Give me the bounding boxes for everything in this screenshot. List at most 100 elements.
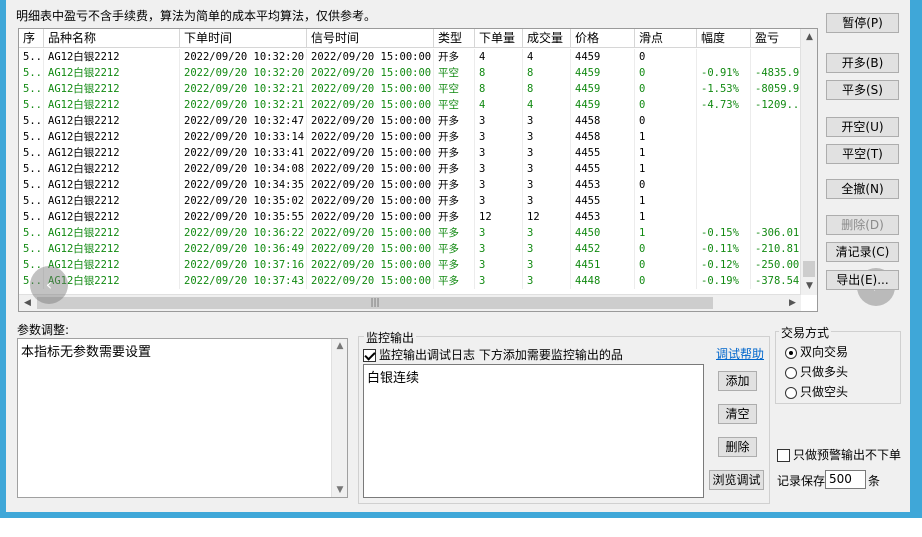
table-row[interactable]: 5.. AG12白银2212 2022/09/20 10:34:35 2022/09/…	[19, 177, 801, 193]
table-cell: 开多	[434, 129, 475, 145]
table-row[interactable]: 5.. AG12白银2212 2022/09/20 10:33:14 2022/09/…	[19, 129, 801, 145]
table-row[interactable]: 5.. AG12白银2212 2022/09/20 10:36:22 2022/09/…	[19, 225, 801, 241]
params-scrollbar[interactable]: ▲ ▼	[331, 339, 347, 497]
table-cell: 开多	[434, 161, 475, 177]
export-button[interactable]: 导出(E)...	[826, 270, 899, 290]
table-cell: 2022/09/20 10:33:14	[180, 129, 307, 145]
params-scroll-up-icon[interactable]: ▲	[332, 341, 348, 351]
scroll-left-icon[interactable]: ◀	[19, 295, 36, 312]
table-row[interactable]: 5.. AG12白银2212 2022/09/20 10:32:20 2022/09/…	[19, 49, 801, 65]
radio-short-only[interactable]	[785, 386, 797, 399]
table-cell: 4453	[571, 209, 635, 225]
browse-debug-button[interactable]: 浏览调试	[709, 470, 764, 490]
params-scroll-down-icon[interactable]: ▼	[332, 485, 348, 495]
table-vertical-scrollbar[interactable]: ▲ ▼	[800, 29, 817, 295]
table-cell: 5..	[19, 209, 44, 225]
col-header-price[interactable]: 价格	[571, 29, 635, 48]
remove-button[interactable]: 删除	[718, 437, 757, 457]
table-cell: -8059.96	[751, 81, 801, 97]
table-cell: 开多	[434, 113, 475, 129]
clear-records-button[interactable]: 清记录(C)	[826, 242, 899, 262]
cancel-all-button[interactable]: 全撤(N)	[826, 179, 899, 199]
table-cell: 5..	[19, 65, 44, 81]
col-header-signal-time[interactable]: 信号时间	[307, 29, 434, 48]
open-short-button[interactable]: 开空(U)	[826, 117, 899, 137]
table-cell: 2022/09/20 15:00:00	[307, 145, 434, 161]
col-header-seq[interactable]: 序	[19, 29, 44, 48]
table-row[interactable]: 5.. AG12白银2212 2022/09/20 10:35:55 2022/09/…	[19, 209, 801, 225]
table-cell: 8	[475, 65, 523, 81]
table-row[interactable]: 5.. AG12白银2212 2022/09/20 10:32:21 2022/09/…	[19, 97, 801, 113]
add-button[interactable]: 添加	[718, 371, 757, 391]
record-keep-input[interactable]: 500	[825, 470, 866, 489]
table-cell: -0.91%	[697, 65, 751, 81]
table-row[interactable]: 5.. AG12白银2212 2022/09/20 10:35:02 2022/09/…	[19, 193, 801, 209]
prev-page-icon[interactable]: ‹	[30, 266, 68, 304]
monitor-checkbox-row[interactable]: 监控输出调试日志 下方添加需要监控输出的品	[363, 346, 623, 363]
table-cell: 2022/09/20 15:00:00	[307, 193, 434, 209]
scroll-down-icon[interactable]: ▼	[801, 278, 818, 295]
col-header-change[interactable]: 幅度	[697, 29, 751, 48]
close-long-button[interactable]: 平多(S)	[826, 80, 899, 100]
col-header-pnl[interactable]: 盈亏	[751, 29, 801, 48]
scroll-up-icon[interactable]: ▲	[801, 29, 818, 46]
radio-both[interactable]	[785, 346, 797, 359]
scroll-right-icon[interactable]: ▶	[784, 295, 801, 312]
table-cell: 2022/09/20 10:37:43	[180, 273, 307, 289]
params-textarea[interactable]: 本指标无参数需要设置 ▲ ▼	[17, 338, 348, 498]
table-cell: 5..	[19, 81, 44, 97]
table-row[interactable]: 5.. AG12白银2212 2022/09/20 10:32:21 2022/09/…	[19, 81, 801, 97]
col-header-fill-qty[interactable]: 成交量	[523, 29, 571, 48]
alert-only-checkbox[interactable]	[777, 449, 790, 462]
clear-button[interactable]: 清空	[718, 404, 757, 424]
debug-help-link[interactable]: 调试帮助	[716, 345, 764, 362]
close-short-button[interactable]: 平空(T)	[826, 144, 899, 164]
table-row[interactable]: 5.. AG12白银2212 2022/09/20 10:32:20 2022/09/…	[19, 65, 801, 81]
radio-long-only[interactable]	[785, 366, 797, 379]
table-cell: 1	[635, 129, 697, 145]
table-cell: AG12白银2212	[44, 129, 180, 145]
table-cell: 5..	[19, 97, 44, 113]
trade-mode-option-both[interactable]: 双向交易	[785, 343, 848, 360]
table-cell: 3	[523, 113, 571, 129]
table-cell: 平多	[434, 273, 475, 289]
col-header-symbol[interactable]: 品种名称	[44, 29, 180, 48]
trade-mode-option-short[interactable]: 只做空头	[785, 383, 848, 400]
table-row[interactable]: 5.. AG12白银2212 2022/09/20 10:36:49 2022/09/…	[19, 241, 801, 257]
table-cell: 3	[475, 145, 523, 161]
table-cell: 2022/09/20 15:00:00	[307, 177, 434, 193]
horizontal-scroll-thumb[interactable]: |||	[37, 297, 713, 309]
col-header-type[interactable]: 类型	[434, 29, 475, 48]
table-cell: 3	[523, 241, 571, 257]
table-cell: AG12白银2212	[44, 97, 180, 113]
table-header: 序 品种名称 下单时间 信号时间 类型 下单量 成交量 价格 滑点 幅度 盈亏	[19, 29, 801, 48]
alert-only-row[interactable]: 只做预警输出不下单	[777, 446, 901, 463]
delete-button[interactable]: 删除(D)	[826, 215, 899, 235]
open-long-button[interactable]: 开多(B)	[826, 53, 899, 73]
monitor-textarea[interactable]: 白银连续	[363, 364, 704, 498]
table-cell	[697, 193, 751, 209]
monitor-checkbox[interactable]	[363, 349, 376, 362]
table-body: 5.. AG12白银2212 2022/09/20 10:32:20 2022/09/…	[19, 49, 801, 289]
table-row[interactable]: 5.. AG12白银2212 2022/09/20 10:37:43 2022/09/…	[19, 273, 801, 289]
table-row[interactable]: 5.. AG12白银2212 2022/09/20 10:37:16 2022/09/…	[19, 257, 801, 273]
trade-table[interactable]: 序 品种名称 下单时间 信号时间 类型 下单量 成交量 价格 滑点 幅度 盈亏 …	[18, 28, 818, 312]
table-cell: AG12白银2212	[44, 225, 180, 241]
table-cell	[697, 49, 751, 65]
table-cell: 1	[635, 193, 697, 209]
table-cell: -250.00	[751, 257, 801, 273]
table-row[interactable]: 5.. AG12白银2212 2022/09/20 10:34:08 2022/09/…	[19, 161, 801, 177]
pause-button[interactable]: 暂停(P)	[826, 13, 899, 33]
table-cell: 开多	[434, 145, 475, 161]
table-row[interactable]: 5.. AG12白银2212 2022/09/20 10:33:41 2022/09/…	[19, 145, 801, 161]
col-header-slippage[interactable]: 滑点	[635, 29, 697, 48]
trade-mode-option-long[interactable]: 只做多头	[785, 363, 848, 380]
table-row[interactable]: 5.. AG12白银2212 2022/09/20 10:32:47 2022/09/…	[19, 113, 801, 129]
table-horizontal-scrollbar[interactable]: ◀ ||| ▶	[19, 294, 801, 311]
col-header-order-qty[interactable]: 下单量	[475, 29, 523, 48]
table-cell: 3	[475, 113, 523, 129]
table-cell: 4451	[571, 257, 635, 273]
vertical-scroll-thumb[interactable]	[803, 261, 815, 277]
col-header-order-time[interactable]: 下单时间	[180, 29, 307, 48]
table-cell: 2022/09/20 10:33:41	[180, 145, 307, 161]
